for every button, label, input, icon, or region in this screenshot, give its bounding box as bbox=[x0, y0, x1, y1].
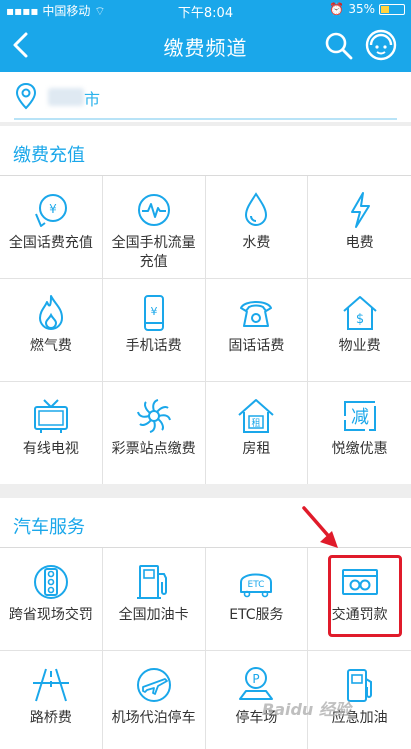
discount-icon: 减 bbox=[343, 401, 376, 431]
grid-item-gas[interactable]: 燃气费 bbox=[0, 279, 103, 382]
grid-item-cable-tv[interactable]: 有线电视 bbox=[0, 382, 103, 485]
traffic-light-icon bbox=[33, 565, 68, 599]
annotation-arrow-icon bbox=[302, 506, 338, 548]
section-title: 缴费充值 bbox=[13, 145, 85, 166]
grid-item-etc[interactable]: ETC ETC服务 bbox=[205, 548, 309, 651]
nav-bar: 缴费频道 bbox=[0, 20, 411, 72]
etc-icon: ETC bbox=[240, 573, 273, 598]
grid-item-label: 悦缴优惠 bbox=[331, 441, 388, 457]
rent-house-icon: 租 bbox=[238, 399, 275, 433]
grid-item-label: 房租 bbox=[242, 441, 271, 457]
grid-item-rent[interactable]: 租 房租 bbox=[205, 382, 309, 485]
svg-text:¥: ¥ bbox=[49, 202, 57, 216]
grid-item-label: 物业费 bbox=[338, 338, 381, 354]
svg-text:减: 减 bbox=[351, 407, 369, 428]
landline-phone-icon bbox=[240, 301, 273, 327]
grid-item-fuel-card[interactable]: 全国加油卡 bbox=[102, 548, 206, 651]
property-house-icon: $ bbox=[342, 296, 377, 330]
grid-item-label: 全国话费充值 bbox=[8, 235, 93, 251]
svg-text:¥: ¥ bbox=[150, 305, 157, 318]
search-icon[interactable] bbox=[323, 30, 355, 62]
fuel-card-icon bbox=[136, 565, 167, 599]
grid-item-data-recharge[interactable]: 全国手机流量充值 bbox=[102, 176, 206, 279]
section-payment-recharge: 缴费充值 ¥ 全国话费充值 全国手机流量充值 水费 电费 燃气费 ¥ 手机话费 … bbox=[0, 126, 411, 485]
section-title: 汽车服务 bbox=[13, 517, 85, 538]
mobile-phone-icon: ¥ bbox=[143, 295, 164, 331]
water-drop-icon bbox=[245, 192, 268, 226]
section-divider bbox=[0, 484, 411, 498]
location-pin-icon bbox=[15, 82, 37, 110]
status-bar: ▪▪▪▪ 中国移动 ⌔ 下午8:04 ⏰ 35% bbox=[0, 0, 411, 21]
grid-item-label: 机场代泊停车 bbox=[111, 710, 196, 726]
grid-item-landline-bill[interactable]: 固话话费 bbox=[205, 279, 309, 382]
tv-icon bbox=[33, 399, 68, 433]
lightning-icon bbox=[350, 192, 370, 228]
svg-text:ETC: ETC bbox=[248, 580, 265, 590]
road-bridge-icon bbox=[32, 668, 69, 702]
grid-item-label: 路桥费 bbox=[29, 710, 72, 726]
grid-item-label: 手机话费 bbox=[125, 338, 182, 354]
battery-fill bbox=[381, 5, 390, 13]
grid-item-label: 全国手机流量充值 bbox=[111, 235, 196, 270]
lottery-icon bbox=[136, 399, 171, 433]
alarm-icon: ⏰ bbox=[329, 2, 345, 16]
location-bar[interactable]: 市 bbox=[0, 72, 411, 122]
annotation-highlight-box bbox=[328, 555, 402, 637]
grid-item-label: 全国加油卡 bbox=[118, 607, 189, 623]
airport-parking-icon bbox=[136, 668, 171, 702]
grid-item-label: 电费 bbox=[345, 235, 374, 251]
section-header: 缴费充值 bbox=[0, 126, 411, 176]
svg-text:P: P bbox=[253, 672, 260, 686]
grid-item-label: 跨省现场交罚 bbox=[8, 607, 93, 623]
battery-percent: 35% bbox=[348, 2, 375, 16]
battery-icon bbox=[379, 3, 405, 15]
svg-text:租: 租 bbox=[252, 418, 261, 429]
grid-item-label: ETC服务 bbox=[229, 607, 284, 623]
payment-grid: ¥ 全国话费充值 全国手机流量充值 水费 电费 燃气费 ¥ 手机话费 固话话费 … bbox=[0, 176, 411, 485]
grid-item-road-bridge[interactable]: 路桥费 bbox=[0, 651, 103, 749]
location-underline bbox=[14, 118, 397, 120]
customer-service-icon[interactable] bbox=[364, 28, 398, 62]
grid-item-discount[interactable]: 减 悦缴优惠 bbox=[308, 382, 411, 485]
grid-item-lottery[interactable]: 彩票站点缴费 bbox=[102, 382, 206, 485]
grid-item-electricity[interactable]: 电费 bbox=[308, 176, 411, 279]
watermark: Baidu 经验 bbox=[262, 700, 351, 719]
grid-item-label: 燃气费 bbox=[29, 338, 72, 354]
grid-item-label: 水费 bbox=[242, 235, 271, 251]
grid-item-mobile-bill[interactable]: ¥ 手机话费 bbox=[102, 279, 206, 382]
grid-item-label: 固话话费 bbox=[228, 338, 285, 354]
grid-item-label: 彩票站点缴费 bbox=[111, 441, 196, 457]
svg-text:$: $ bbox=[355, 312, 363, 327]
location-blurred bbox=[48, 88, 84, 106]
data-flow-icon bbox=[137, 194, 170, 226]
grid-item-water[interactable]: 水费 bbox=[205, 176, 309, 279]
phone-bill-icon: ¥ bbox=[34, 194, 67, 227]
location-city: 市 bbox=[84, 90, 101, 109]
grid-item-label: 有线电视 bbox=[22, 441, 79, 457]
grid-item-phone-recharge[interactable]: ¥ 全国话费充值 bbox=[0, 176, 103, 279]
grid-item-cross-province-fine[interactable]: 跨省现场交罚 bbox=[0, 548, 103, 651]
status-right: ⏰ 35% bbox=[329, 2, 405, 16]
grid-item-property[interactable]: $ 物业费 bbox=[308, 279, 411, 382]
flame-icon bbox=[38, 295, 63, 330]
grid-item-airport-parking[interactable]: 机场代泊停车 bbox=[102, 651, 206, 749]
